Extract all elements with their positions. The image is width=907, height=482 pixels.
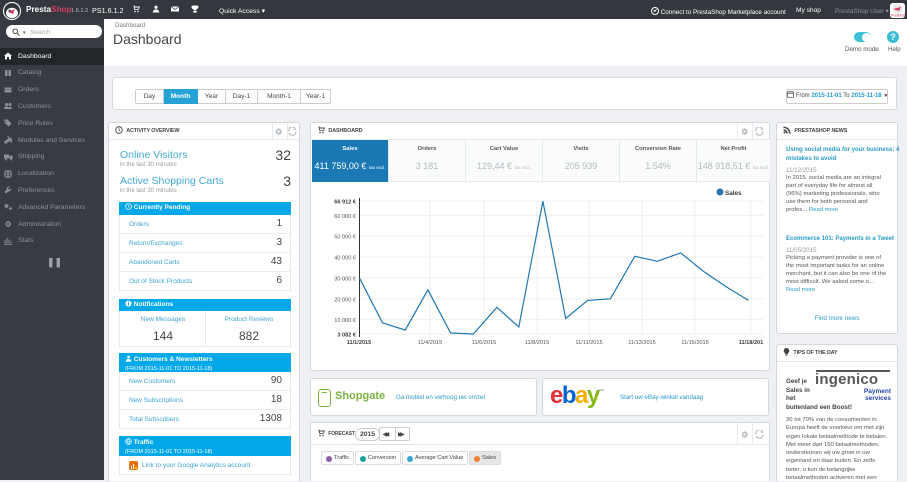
svg-text:11/13/2015: 11/13/2015 xyxy=(628,340,656,346)
svg-text:11/15/2015: 11/15/2015 xyxy=(681,340,709,346)
svg-text:30 000 €: 30 000 € xyxy=(334,276,357,282)
svg-text:20 000 €: 20 000 € xyxy=(334,297,357,303)
svg-text:PrestaShop: PrestaShop xyxy=(891,14,905,18)
svg-text:11/11/2015: 11/11/2015 xyxy=(575,340,602,346)
svg-text:11/18/201: 11/18/201 xyxy=(739,340,764,346)
svg-text:40 000 €: 40 000 € xyxy=(334,256,357,262)
svg-text:11/4/2015: 11/4/2015 xyxy=(418,340,442,346)
svg-text:66 912 €: 66 912 € xyxy=(334,200,357,206)
svg-text:11/8/2015: 11/8/2015 xyxy=(525,340,549,346)
svg-text:3 082 €: 3 082 € xyxy=(337,333,357,339)
svg-text:10 000 €: 10 000 € xyxy=(334,318,357,324)
svg-text:50 000 €: 50 000 € xyxy=(334,235,357,241)
svg-text:11/6/2015: 11/6/2015 xyxy=(472,340,496,346)
svg-text:Sales: Sales xyxy=(725,190,742,197)
svg-text:11/1/2015: 11/1/2015 xyxy=(347,340,372,346)
svg-text:60 000 €: 60 000 € xyxy=(334,214,357,220)
